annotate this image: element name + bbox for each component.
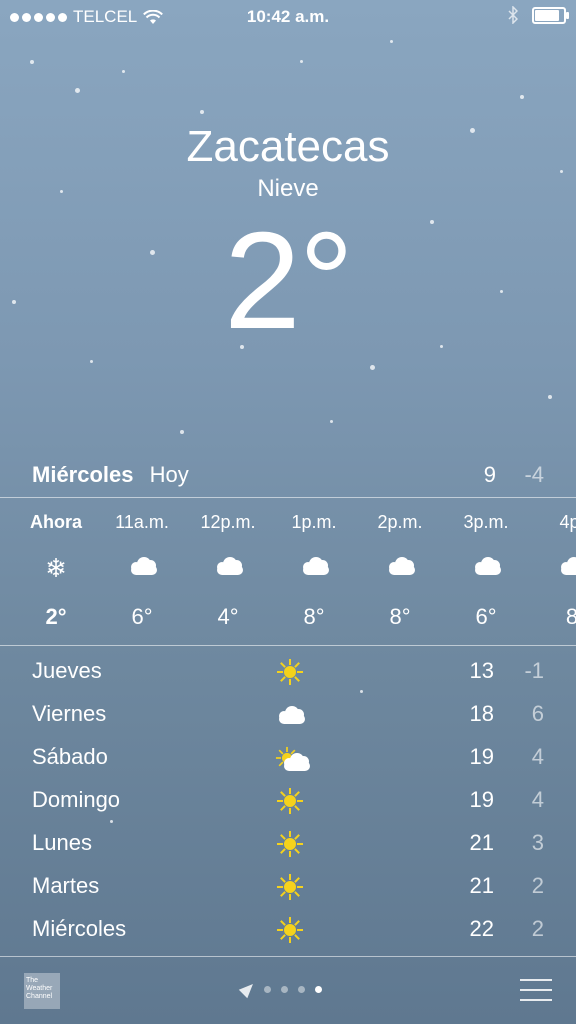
daily-low: 6 [531, 701, 544, 726]
location-arrow-icon [238, 979, 258, 999]
sun-icon [277, 917, 303, 943]
daily-high: 21 [469, 830, 494, 855]
daily-day: Domingo [32, 787, 121, 812]
hourly-temp: 2° [45, 604, 67, 629]
status-bar: TELCEL 10:42 a.m. [0, 0, 576, 34]
today-low: -4 [524, 462, 544, 487]
page-dot [264, 985, 271, 993]
hourly-time: 3p.m. [463, 512, 509, 532]
daily-row: Martes 21 2 [0, 867, 576, 907]
hourly-forecast[interactable]: Ahora ❄ 2° 11a.m. 6° 12p.m. 4° 1p.m. 8° … [0, 500, 576, 645]
divider [0, 645, 576, 646]
hourly-temp: 8° [389, 604, 411, 629]
daily-day: Sábado [32, 744, 108, 769]
current-temperature: 2° [224, 204, 354, 358]
daily-high: 13 [469, 658, 494, 683]
hourly-temp: 8° [303, 604, 325, 629]
sun-icon [277, 788, 303, 814]
footer-toolbar: The Weather Channel [0, 958, 576, 1024]
divider [0, 956, 576, 957]
daily-low: 3 [531, 830, 544, 855]
daily-day: Jueves [32, 658, 102, 683]
daily-high: 21 [469, 873, 494, 898]
city-name: Zacatecas [186, 122, 390, 171]
daily-low: 4 [531, 787, 544, 812]
page-dot [281, 985, 288, 993]
cloud-icon [127, 557, 157, 575]
sun-icon [277, 831, 303, 857]
bluetooth-icon [508, 6, 518, 24]
today-summary: Miércoles Hoy 9 -4 [32, 462, 544, 492]
daily-low: 2 [531, 916, 544, 941]
snowflake-icon: ❄ [45, 553, 67, 583]
today-label: Hoy [149, 462, 189, 487]
daily-day: Viernes [32, 701, 107, 726]
list-icon[interactable] [520, 979, 552, 1001]
hourly-time: 11a.m. [115, 512, 169, 532]
daily-day: Miércoles [32, 916, 127, 941]
page-dot-active [315, 985, 322, 993]
battery-icon [532, 6, 569, 24]
hourly-temp: 8 [565, 604, 576, 629]
weather-channel-logo[interactable]: The Weather Channel [24, 973, 60, 1009]
daily-row: Domingo 19 4 [0, 781, 576, 821]
daily-low: -1 [524, 658, 544, 683]
daily-high: 22 [469, 916, 494, 941]
cloud-icon [471, 557, 501, 575]
today-day: Miércoles [32, 462, 134, 487]
daily-high: 19 [469, 787, 494, 812]
daily-row: Sábado 19 4 [0, 738, 576, 778]
today-high: 9 [483, 462, 496, 487]
hourly-temp: 6° [131, 604, 153, 629]
hourly-time: 4p. [559, 512, 576, 532]
hourly-temp: 4° [217, 604, 239, 629]
cloud-icon [385, 557, 415, 575]
daily-row: Viernes 18 6 [0, 695, 576, 735]
partly-sunny-icon [274, 745, 310, 771]
daily-row: Jueves 13 -1 [0, 652, 576, 692]
page-dot [298, 985, 305, 993]
daily-row: Lunes 21 3 [0, 824, 576, 864]
status-time: 10:42 a.m. [246, 7, 330, 26]
daily-day: Martes [32, 873, 100, 898]
sun-icon [277, 874, 303, 900]
divider [0, 497, 576, 498]
cloud-icon [557, 557, 576, 575]
hourly-time: 12p.m. [200, 512, 256, 532]
page-indicator[interactable] [238, 979, 322, 999]
daily-low: 2 [531, 873, 544, 898]
cloud-icon [299, 557, 329, 575]
hourly-temp: 6° [475, 604, 497, 629]
hourly-time: 1p.m. [291, 512, 337, 532]
daily-low: 4 [531, 744, 544, 769]
daily-high: 18 [469, 701, 494, 726]
cloud-icon [213, 557, 243, 575]
cloud-icon [275, 706, 305, 724]
sun-icon [277, 659, 303, 685]
hourly-time: 2p.m. [377, 512, 423, 532]
weather-condition: Nieve [257, 175, 319, 202]
daily-high: 19 [469, 744, 494, 769]
daily-row: Miércoles 22 2 [0, 910, 576, 950]
hourly-time: Ahora [29, 512, 82, 532]
daily-day: Lunes [32, 830, 92, 855]
